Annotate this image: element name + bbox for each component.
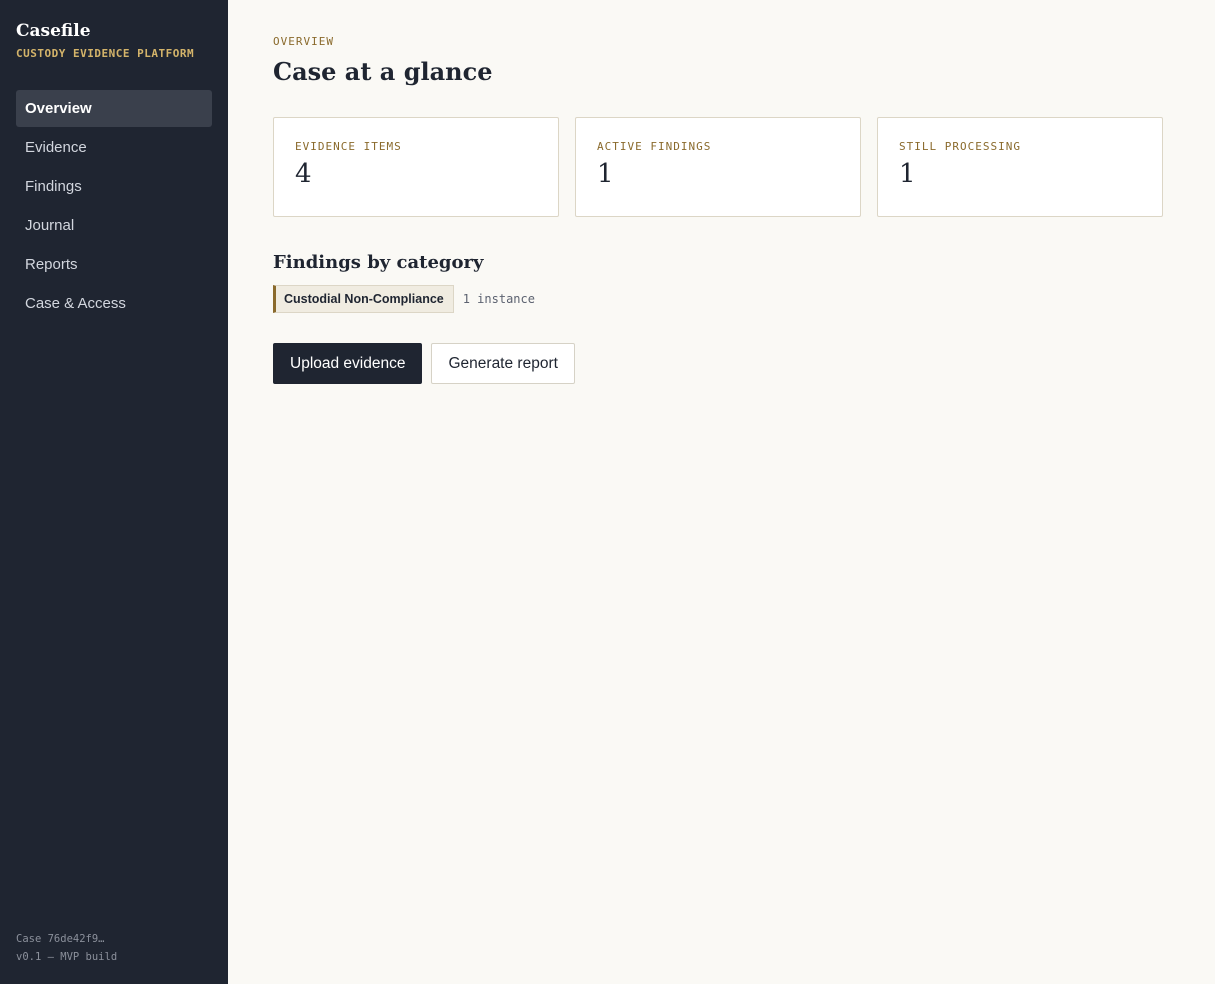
version-label: v0.1 — MVP build — [16, 951, 118, 963]
sidebar-nav: Overview Evidence Findings Journal Repor… — [16, 90, 212, 324]
sidebar-item-overview[interactable]: Overview — [16, 90, 212, 127]
stat-label: STILL PROCESSING — [899, 140, 1021, 153]
case-id: Case 76de42f9… — [16, 933, 105, 945]
findings-section-title: Findings by category — [273, 252, 484, 273]
category-count: 1 instance — [462, 292, 535, 306]
stat-card-evidence-items: EVIDENCE ITEMS 4 — [273, 117, 559, 217]
app-root: Casefile CUSTODY EVIDENCE PLATFORM Overv… — [0, 0, 1215, 984]
page-eyebrow: OVERVIEW — [273, 35, 334, 48]
category-chip[interactable]: Custodial Non-Compliance — [273, 285, 454, 313]
stat-value: 1 — [899, 159, 916, 189]
stat-card-still-processing: STILL PROCESSING 1 — [877, 117, 1163, 217]
sidebar-item-reports[interactable]: Reports — [16, 246, 212, 283]
stat-value: 1 — [597, 159, 614, 189]
sidebar-item-journal[interactable]: Journal — [16, 207, 212, 244]
sidebar-item-case-access[interactable]: Case & Access — [16, 285, 212, 322]
generate-report-button[interactable]: Generate report — [431, 343, 575, 384]
action-buttons: Upload evidence Generate report — [273, 343, 1163, 384]
sidebar: Casefile CUSTODY EVIDENCE PLATFORM Overv… — [0, 0, 228, 984]
sidebar-item-evidence[interactable]: Evidence — [16, 129, 212, 166]
stat-cards: EVIDENCE ITEMS 4 ACTIVE FINDINGS 1 STILL… — [273, 117, 1163, 217]
page-title: Case at a glance — [273, 57, 493, 86]
sidebar-footer: Case 76de42f9… v0.1 — MVP build — [16, 930, 117, 966]
sidebar-item-findings[interactable]: Findings — [16, 168, 212, 205]
brand-title: Casefile — [16, 21, 91, 41]
upload-evidence-button[interactable]: Upload evidence — [273, 343, 423, 384]
category-row: Custodial Non-Compliance 1 instance — [273, 285, 1163, 313]
stat-label: ACTIVE FINDINGS — [597, 140, 712, 153]
stat-label: EVIDENCE ITEMS — [295, 140, 402, 153]
brand-subtitle: CUSTODY EVIDENCE PLATFORM — [16, 47, 195, 60]
stat-card-active-findings: ACTIVE FINDINGS 1 — [575, 117, 861, 217]
main-content: OVERVIEW Case at a glance EVIDENCE ITEMS… — [228, 0, 1215, 984]
stat-value: 4 — [295, 159, 312, 189]
